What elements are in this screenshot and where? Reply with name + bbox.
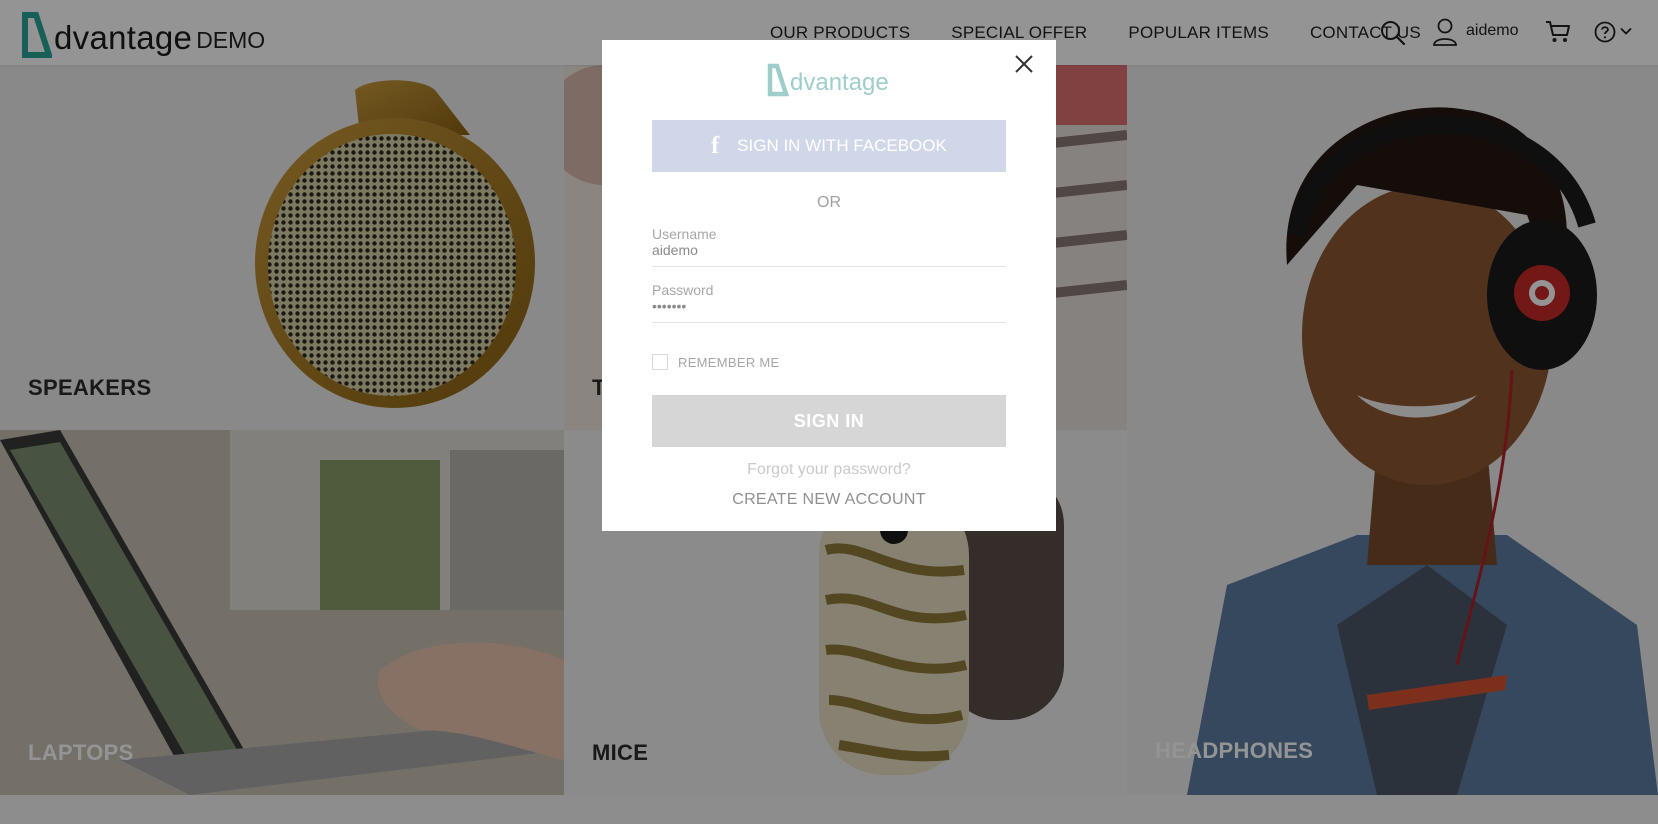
facebook-signin-button[interactable]: f SIGN IN WITH FACEBOOK xyxy=(652,120,1006,172)
modal-logo-text: dvantage xyxy=(790,69,889,96)
password-input[interactable] xyxy=(652,298,1006,314)
username-label: Username xyxy=(652,226,717,242)
login-modal: dvantage f SIGN IN WITH FACEBOOK OR User… xyxy=(602,40,1056,531)
username-field: Username xyxy=(652,226,1006,267)
forgot-password-link[interactable]: Forgot your password? xyxy=(602,461,1056,479)
remember-me-checkbox[interactable] xyxy=(652,354,668,370)
password-label: Password xyxy=(652,282,714,298)
remember-me-label: REMEMBER ME xyxy=(678,354,780,370)
facebook-icon: f xyxy=(711,132,720,159)
username-input[interactable] xyxy=(652,242,1006,258)
remember-me[interactable]: REMEMBER ME xyxy=(652,354,780,370)
close-icon[interactable] xyxy=(1012,52,1036,76)
facebook-signin-label: SIGN IN WITH FACEBOOK xyxy=(737,136,947,155)
password-field: Password xyxy=(652,282,1006,323)
create-account-link[interactable]: CREATE NEW ACCOUNT xyxy=(602,491,1056,509)
sign-in-button[interactable]: SIGN IN xyxy=(652,395,1006,447)
logo-mark-icon xyxy=(767,63,789,97)
modal-logo: dvantage xyxy=(767,63,889,97)
or-divider: OR xyxy=(817,194,841,211)
